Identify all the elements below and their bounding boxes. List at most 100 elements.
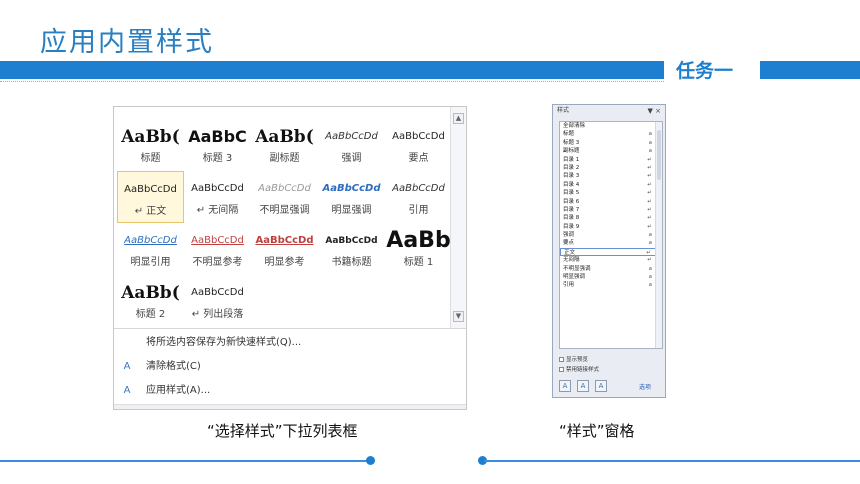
style-type-icon: ↵: [647, 164, 652, 171]
style-list-item[interactable]: 无间隔 ↵: [560, 256, 662, 264]
style-list-item[interactable]: 全部清除: [560, 122, 662, 130]
style-list-item[interactable]: 目录 5 ↵: [560, 189, 662, 197]
style-cell-heading1[interactable]: AaBb 标题 1: [385, 223, 452, 275]
style-cell-subtitle[interactable]: AaBb( 副标题: [251, 119, 318, 171]
options-link[interactable]: 选项: [639, 382, 651, 391]
style-name: 明显强调: [563, 274, 586, 281]
pane-menu-close-icon[interactable]: ▼ ×: [648, 105, 661, 117]
footer-dot-left: [366, 456, 375, 465]
style-preview: AaBbC: [188, 127, 247, 146]
style-label: 标题: [140, 153, 161, 164]
style-cell-strong[interactable]: AaBbCcDd 要点: [385, 119, 452, 171]
style-name: 全部清除: [563, 123, 586, 129]
style-type-icon: a: [648, 131, 652, 138]
style-type-icon: ↵: [647, 173, 652, 180]
style-inspector-button[interactable]: A: [577, 380, 589, 392]
style-label: 标题 1: [403, 257, 434, 268]
disable-linked-styles-checkbox[interactable]: 禁用链接样式: [559, 365, 599, 373]
footer-line-left: [0, 460, 370, 462]
style-type-icon: ↵: [647, 223, 652, 230]
styles-list-scrollbar[interactable]: [655, 122, 662, 348]
style-label: 副标题: [269, 153, 300, 164]
clear-formatting-item[interactable]: A 清除格式(C): [114, 355, 466, 379]
style-list-item[interactable]: 目录 1 ↵: [560, 156, 662, 164]
scrollbar-thumb[interactable]: [657, 130, 661, 180]
style-list-item-selected[interactable]: 正文 ↵: [560, 247, 662, 257]
style-preview: AaBbCcDd: [392, 131, 445, 142]
style-name: 目录 8: [563, 215, 580, 222]
style-list-item[interactable]: 目录 4 ↵: [560, 181, 662, 189]
style-list-item[interactable]: 副标题 a: [560, 147, 662, 155]
style-type-icon: ↵: [647, 257, 652, 264]
style-list-item[interactable]: 目录 8 ↵: [560, 214, 662, 222]
style-preview: AaBbCcDd: [258, 183, 311, 194]
style-preview: AaBbCcDd: [191, 235, 244, 246]
manage-styles-button[interactable]: A: [595, 380, 607, 392]
apply-styles-item[interactable]: A 应用样式(A)...: [114, 379, 466, 403]
style-preview: AaBbCcDd: [325, 131, 378, 142]
style-preview: AaBbCcDd: [191, 183, 244, 194]
style-cell-emphasis[interactable]: AaBbCcDd 强调: [318, 119, 385, 171]
style-cell-quote[interactable]: AaBbCcDd 引用: [385, 171, 452, 223]
style-list-item[interactable]: 标题 a: [560, 130, 662, 138]
style-type-icon: ↵: [647, 181, 652, 188]
style-label: 书籍标题: [331, 257, 372, 268]
style-preview: AaBb(: [121, 127, 180, 147]
style-type-icon: ↵: [647, 206, 652, 213]
style-list-item[interactable]: 强调 a: [560, 231, 662, 239]
style-list-item[interactable]: 不明显强调 a: [560, 265, 662, 273]
style-label: ↵ 正文: [134, 206, 167, 217]
style-cell-book-title[interactable]: AaBbCcDd 书籍标题: [318, 223, 385, 275]
style-cell-subtle-emphasis[interactable]: AaBbCcDd 不明显强调: [251, 171, 318, 223]
gallery-resize-grip[interactable]: [114, 404, 466, 409]
style-preview: AaBbCcDd: [325, 236, 378, 246]
scroll-up-arrow-icon[interactable]: ▲: [453, 113, 464, 124]
style-name: 要点: [563, 240, 575, 247]
style-list-item[interactable]: 目录 7 ↵: [560, 206, 662, 214]
style-name: 目录 6: [563, 198, 580, 205]
pane-caption: “样式”窗格: [559, 422, 635, 440]
style-list-item[interactable]: 目录 6 ↵: [560, 198, 662, 206]
style-name: 目录 5: [563, 190, 580, 197]
style-type-icon: a: [648, 232, 652, 239]
new-style-button[interactable]: A: [559, 380, 571, 392]
style-list-item[interactable]: 目录 3 ↵: [560, 172, 662, 180]
style-list-item[interactable]: 明显强调 a: [560, 273, 662, 281]
style-name: 标题 3: [563, 139, 580, 146]
style-type-icon: a: [648, 139, 652, 146]
style-cell-intense-quote[interactable]: AaBbCcDd 明显引用: [117, 223, 184, 275]
style-cell-intense-emphasis[interactable]: AaBbCcDd 明显强调: [318, 171, 385, 223]
style-list-item[interactable]: 目录 2 ↵: [560, 164, 662, 172]
style-cell-heading2[interactable]: AaBb(标题 2: [117, 275, 184, 327]
style-type-icon: ↵: [647, 156, 652, 163]
style-list-item[interactable]: 目录 9 ↵: [560, 223, 662, 231]
style-cell-title[interactable]: AaBb( 标题: [117, 119, 184, 171]
style-cell-no-spacing[interactable]: AaBbCcDd ↵ 无间隔: [184, 171, 251, 223]
style-type-icon: a: [648, 282, 652, 289]
style-preview: AaBbCcDd: [322, 183, 381, 194]
quick-styles-gallery: AaBb( 标题 AaBbC 标题 3 AaBb( 副标题 AaBbCcDd 强调 Aa…: [113, 106, 467, 410]
style-preview: AaBbCcDd: [255, 235, 314, 246]
style-cell-heading3[interactable]: AaBbC 标题 3: [184, 119, 251, 171]
style-list-item[interactable]: 引用 a: [560, 281, 662, 289]
style-cell-subtle-reference[interactable]: AaBbCcDd 不明显参考: [184, 223, 251, 275]
manage-styles-icon: A: [598, 382, 604, 390]
style-preview: AaBb(: [255, 127, 314, 147]
style-label: ↵ 无间隔: [196, 205, 239, 216]
style-list-item[interactable]: 要点 a: [560, 239, 662, 247]
style-cell-list-paragraph[interactable]: AaBbCcDd ↵ 列出段落: [184, 275, 251, 327]
gallery-menu: 将所选内容保存为新快速样式(Q)... A 清除格式(C) A 应用样式(A).…: [114, 331, 466, 403]
save-as-quick-style-item[interactable]: 将所选内容保存为新快速样式(Q)...: [114, 331, 466, 355]
style-name: 无间隔: [563, 257, 580, 264]
style-cell-intense-reference[interactable]: AaBbCcDd 明显参考: [251, 223, 318, 275]
style-preview: AaBbCcDd: [124, 235, 177, 246]
slide-title: 应用内置样式: [40, 27, 214, 58]
style-list-item[interactable]: 标题 3 a: [560, 139, 662, 147]
scroll-more-arrow-icon[interactable]: ▼: [453, 311, 464, 322]
style-name: 副标题: [563, 148, 580, 155]
gallery-scrollbar[interactable]: ▲ ▼: [450, 107, 466, 328]
gallery-divider: [114, 328, 466, 329]
show-preview-checkbox[interactable]: 显示预览: [559, 355, 588, 363]
style-cell-normal[interactable]: AaBbCcDd ↵ 正文: [117, 171, 184, 223]
header-bar-left: [0, 61, 664, 82]
